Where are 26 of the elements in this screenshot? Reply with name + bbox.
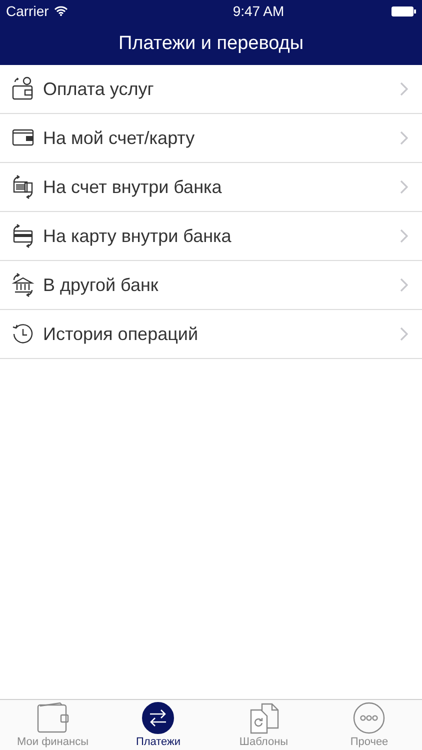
card-icon <box>11 223 35 249</box>
chevron-icon <box>400 82 408 96</box>
chevron-icon <box>400 229 408 243</box>
account-icon <box>11 174 35 200</box>
menu-item[interactable]: История операций <box>0 310 422 359</box>
chevron-icon <box>400 278 408 292</box>
chevron-icon <box>400 180 408 194</box>
battery-icon <box>391 6 416 16</box>
menu-item[interactable]: На мой счет/карту <box>0 114 422 163</box>
menu-item[interactable]: На счет внутри банка <box>0 163 422 212</box>
wallet-icon <box>36 702 70 734</box>
tab[interactable]: Платежи <box>106 700 211 750</box>
menu-item[interactable]: Оплата услуг <box>0 65 422 114</box>
transfer-icon <box>142 702 174 734</box>
bank-icon <box>11 272 35 298</box>
carrier-label: Carrier <box>6 3 49 19</box>
wifi-icon <box>54 6 68 16</box>
menu-item[interactable]: На карту внутри банка <box>0 212 422 261</box>
chevron-icon <box>400 327 408 341</box>
bill-icon <box>11 76 35 102</box>
clock-time: 9:47 AM <box>232 3 284 19</box>
screen-title: Платежи и переводы <box>118 32 304 54</box>
documents-icon <box>248 702 280 734</box>
menu-item[interactable]: В другой банк <box>0 261 422 310</box>
chevron-icon <box>400 131 408 145</box>
more-icon <box>353 702 386 734</box>
